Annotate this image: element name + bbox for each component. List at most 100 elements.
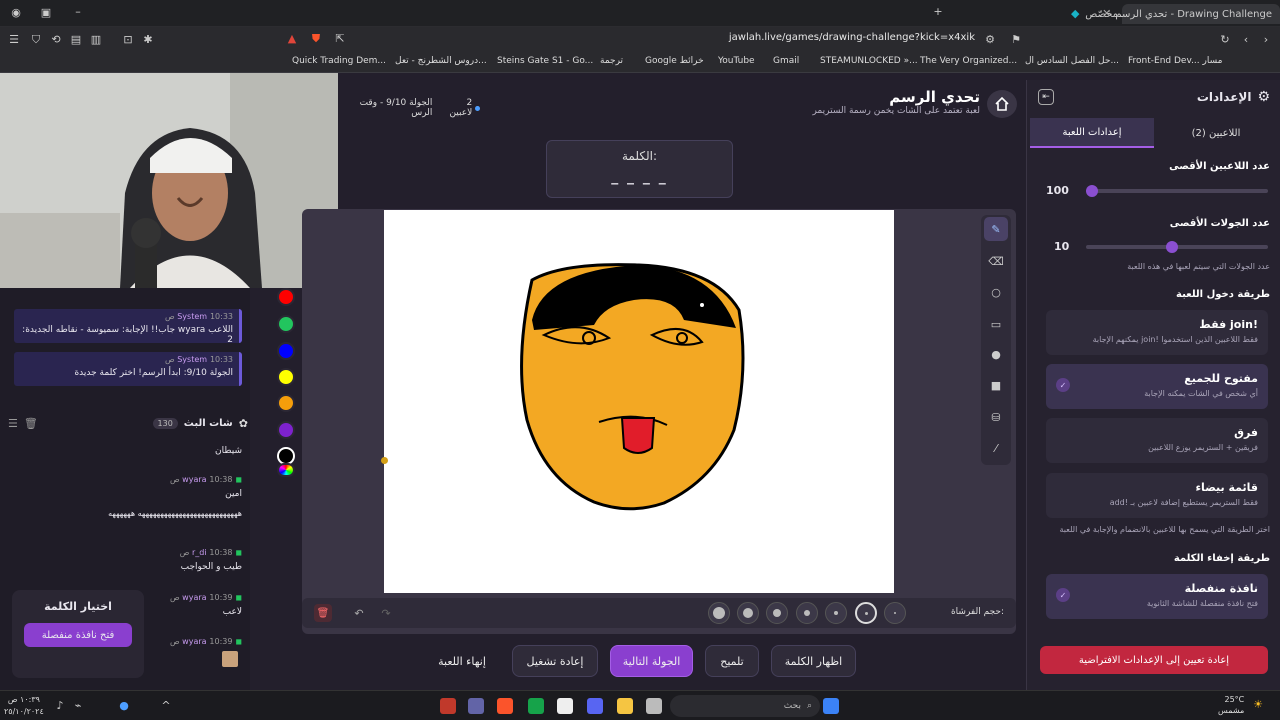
show-word-button[interactable]: اظهار الكلمة	[771, 645, 856, 677]
bookmark-item[interactable]: ترجمة	[600, 56, 623, 66]
extensions-icon[interactable]: ✱	[142, 34, 154, 46]
undo-icon[interactable]: ↶	[350, 604, 368, 622]
square-icon[interactable]: ▭	[984, 312, 1008, 336]
bucket-icon[interactable]: ⛁	[984, 405, 1008, 429]
microphone-icon[interactable]: ●	[118, 700, 130, 712]
bookmark-item[interactable]: Google خرائط	[645, 56, 704, 66]
share-icon[interactable]: ⇱	[334, 33, 346, 45]
minimize-icon[interactable]: –	[72, 6, 84, 18]
tab-list-icon[interactable]: ▣	[40, 7, 52, 19]
join-option-join-only[interactable]: !join فقط فقط اللاعبين الذين استخدموا !j…	[1046, 310, 1268, 355]
brush-size-4[interactable]	[796, 602, 818, 624]
brush-size-7[interactable]	[884, 602, 906, 624]
forward-icon[interactable]: ›	[1260, 34, 1272, 46]
reload-icon[interactable]: ↻	[1219, 34, 1231, 46]
next-round-button[interactable]: الجولة التالية	[610, 645, 693, 677]
bookmark-item[interactable]: The Very Organized...	[920, 56, 1017, 66]
hide-option-separate-window[interactable]: نافذة منفصلة فتح نافذة منفصلة للشاشة الث…	[1046, 574, 1268, 619]
redo-icon[interactable]: ↷	[377, 604, 395, 622]
brush-size-1[interactable]	[708, 602, 730, 624]
brush-size-3[interactable]	[766, 602, 788, 624]
weather-widget[interactable]: 25°C مشمس	[1218, 694, 1244, 716]
hamburger-menu-icon[interactable]: ☰	[8, 34, 20, 46]
bookmark-item[interactable]: Front-End Dev... مسار	[1128, 56, 1222, 66]
bookmark-item[interactable]: Gmail	[773, 56, 799, 66]
message-time: 10:38 ص	[179, 548, 233, 557]
tab-drawing-challenge[interactable]: Drawing Challenge - تحدي الرسم ✕	[1102, 4, 1280, 24]
file-explorer-icon[interactable]	[617, 698, 633, 714]
reset-defaults-button[interactable]: إعادة تعيين إلى الإعدادات الافتراضية	[1040, 646, 1268, 674]
browser-menu-icon[interactable]: ◉	[10, 7, 22, 19]
close-icon[interactable]: ✕	[1102, 8, 1111, 20]
windows-start-icon[interactable]	[823, 698, 839, 714]
site-settings-icon[interactable]: ⚙	[984, 34, 996, 46]
collapse-sidebar-icon[interactable]: ⇤	[1038, 89, 1054, 105]
tray-chevron-icon[interactable]: ^	[160, 700, 172, 712]
color-swatch-green[interactable]	[277, 315, 295, 333]
network-icon[interactable]: ⌁	[72, 700, 84, 712]
open-window-button[interactable]: فتح نافذة منفصلة	[24, 623, 132, 647]
home-button[interactable]	[987, 90, 1017, 118]
hint-button[interactable]: تلميح	[705, 645, 759, 677]
store-icon[interactable]	[557, 698, 573, 714]
trash-icon[interactable]: 🗑	[24, 417, 38, 430]
back-icon[interactable]: ‹	[1240, 34, 1252, 46]
screenshot-icon[interactable]: ⊡	[122, 34, 134, 46]
join-option-whitelist[interactable]: قائمة بيضاء فقط الستريمر يستطيع إضافة لا…	[1046, 473, 1268, 518]
brush-size-5[interactable]	[825, 602, 847, 624]
brush-size-2[interactable]	[737, 602, 759, 624]
url-field[interactable]: jawlah.live/games/drawing-challenge?kick…	[620, 32, 975, 48]
teams-icon[interactable]	[468, 698, 484, 714]
shield-icon[interactable]: ⛉	[30, 34, 42, 46]
color-swatch-orange[interactable]	[277, 394, 295, 412]
join-method-label: طريقة دخول اللعبة	[1176, 289, 1270, 300]
line-icon[interactable]: ⁄	[984, 436, 1008, 460]
brave-icon[interactable]	[497, 698, 513, 714]
tab-players[interactable]: اللاعبين (2)	[1154, 118, 1278, 148]
brush-size-6[interactable]	[855, 602, 877, 624]
eraser-icon[interactable]: ⌫	[984, 249, 1008, 273]
custom-color-picker-icon[interactable]	[277, 463, 295, 477]
sidebar-icon[interactable]: ▥	[90, 34, 102, 46]
clock[interactable]: ١٠:٣٩ ص ٢٥/١٠/٢٠٢٤	[4, 694, 44, 718]
color-swatch-yellow[interactable]	[277, 368, 295, 386]
join-option-teams[interactable]: فرق فريقين + الستريمر يوزع اللاعبين	[1046, 418, 1268, 463]
settings-icon[interactable]: ☰	[8, 417, 18, 430]
end-game-button[interactable]: إنهاء اللعبة	[424, 645, 500, 677]
bookmark-item[interactable]: Steins Gate S1 - Go...	[497, 56, 593, 66]
drawing-canvas[interactable]	[384, 210, 894, 593]
brave-rewards-icon[interactable]: ▲	[286, 33, 298, 45]
bookmark-item[interactable]: دروس الشطرنج - تعل...	[395, 56, 487, 66]
filled-circle-icon[interactable]: ●	[984, 342, 1008, 366]
bookmark-item[interactable]: Quick Trading Dem...	[292, 56, 386, 66]
color-swatch-blue[interactable]	[277, 342, 295, 360]
color-swatch-red[interactable]	[277, 288, 295, 306]
history-icon[interactable]: ⟲	[50, 34, 62, 46]
join-option-open[interactable]: مفتوح للجميع أي شخص في الشات يمكنه الإجا…	[1046, 364, 1268, 409]
app-icon-2[interactable]	[646, 698, 662, 714]
app-icon-1[interactable]	[440, 698, 456, 714]
trash-icon[interactable]: 🗑	[314, 604, 332, 622]
bookmark-icon[interactable]: ⚑	[1010, 34, 1022, 46]
discord-icon[interactable]	[587, 698, 603, 714]
pencil-icon[interactable]: ✎	[984, 217, 1008, 241]
message-text: الجولة 9/10: ابدأ الرسم! اختر كلمة جديدة	[74, 368, 233, 378]
speaker-icon[interactable]: ♪	[54, 700, 66, 712]
tab-game-settings[interactable]: إعدادات اللعبة	[1030, 118, 1154, 148]
max-players-slider[interactable]	[1086, 185, 1268, 197]
slider-knob[interactable]	[1086, 185, 1098, 197]
slider-knob[interactable]	[1165, 241, 1178, 253]
max-rounds-slider[interactable]	[1086, 241, 1268, 253]
taskbar-search[interactable]: ⌕ بحث	[670, 695, 820, 717]
bookmark-item[interactable]: حل الفصل السادس ال...	[1025, 56, 1119, 66]
bookmark-item[interactable]: STEAMUNLOCKED »...	[820, 56, 918, 66]
circle-icon[interactable]: ○	[984, 280, 1008, 304]
brave-shield-icon[interactable]: ⛊	[310, 33, 322, 45]
xbox-icon[interactable]	[528, 698, 544, 714]
tabs-icon[interactable]: ▤	[70, 34, 82, 46]
filled-square-icon[interactable]: ■	[984, 373, 1008, 397]
restart-button[interactable]: إعادة تشغيل	[512, 645, 598, 677]
bookmark-item[interactable]: YouTube	[718, 56, 755, 66]
color-swatch-purple[interactable]	[277, 421, 295, 439]
new-tab-icon[interactable]: +	[932, 6, 944, 18]
